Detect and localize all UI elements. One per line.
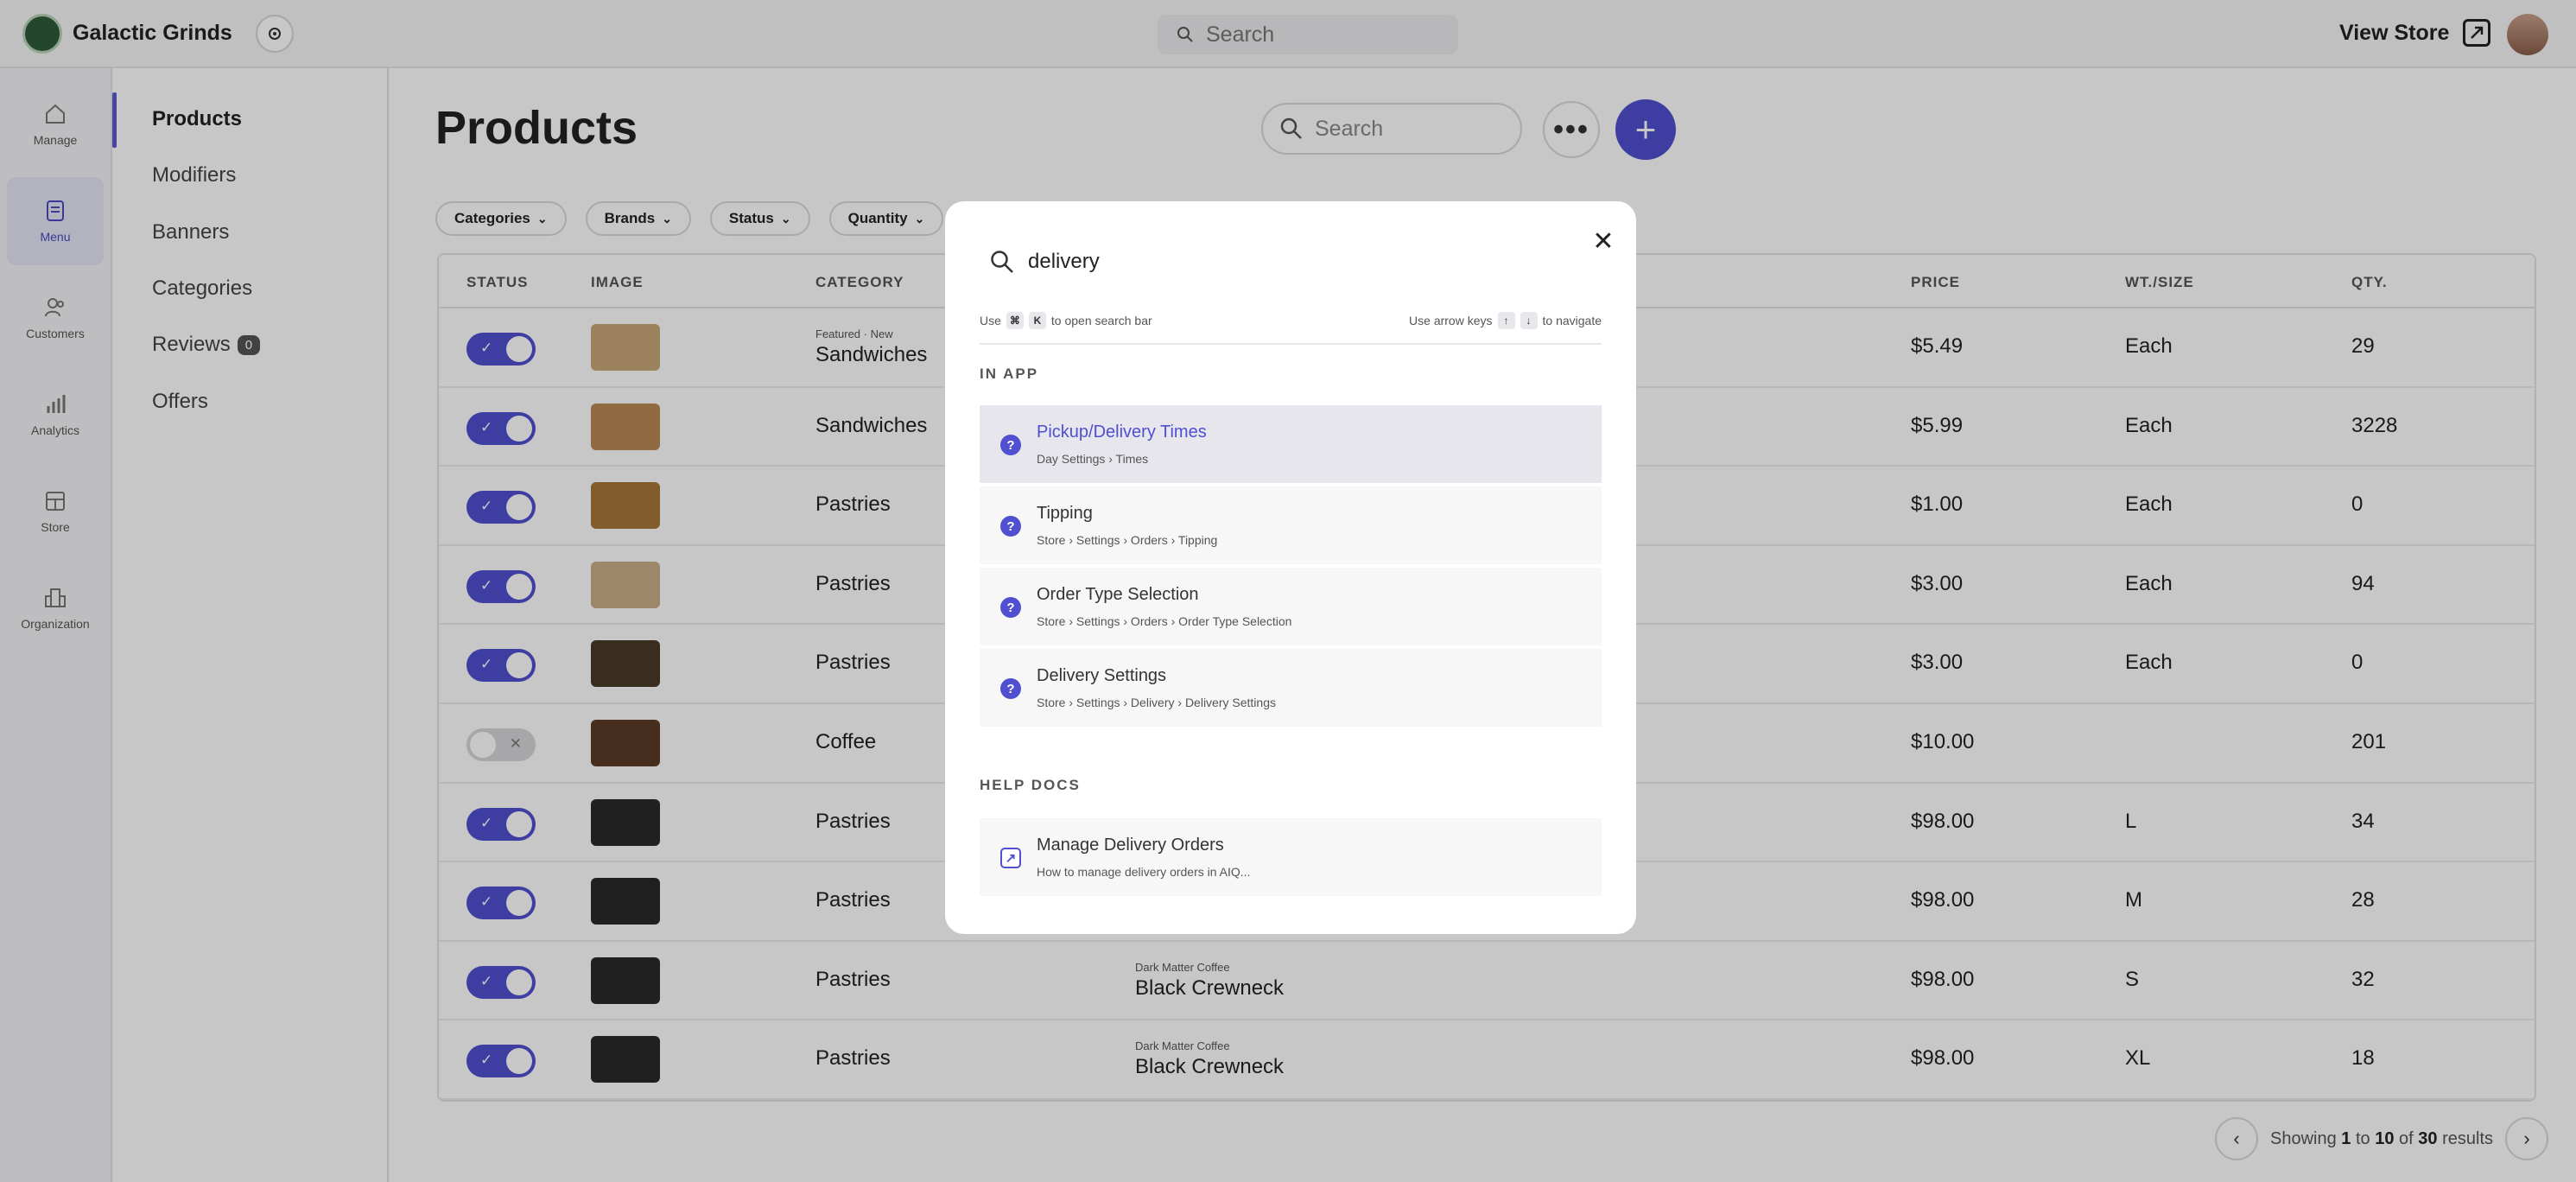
result-title: Manage Delivery Orders xyxy=(1037,836,1224,855)
result-manage-delivery-orders[interactable]: ↗ Manage Delivery Orders How to manage d… xyxy=(980,818,1602,898)
hint-open: to open search bar xyxy=(1050,314,1152,327)
result-path: Day Settings › Times xyxy=(1037,452,1149,466)
arrow-up-key-icon: ↑ xyxy=(1497,312,1515,329)
arrow-down-key-icon: ↓ xyxy=(1520,312,1538,329)
hint-use: Use xyxy=(980,314,1001,327)
modal-search-value: delivery xyxy=(1028,250,1100,273)
help-circle-icon: ? xyxy=(1000,678,1021,699)
in-app-section-title: IN APP xyxy=(980,365,1039,382)
result-title: Pickup/Delivery Times xyxy=(1037,423,1207,442)
help-circle-icon: ? xyxy=(1000,597,1021,618)
hint-arrows: Use arrow keys xyxy=(1409,314,1493,327)
search-icon xyxy=(991,251,1013,273)
result-delivery-settings[interactable]: ? Delivery Settings Store › Settings › D… xyxy=(980,649,1602,728)
result-tipping[interactable]: ? Tipping Store › Settings › Orders › Ti… xyxy=(980,486,1602,566)
keyboard-hints: Use ⌘ K to open search bar Use arrow key… xyxy=(980,308,1602,345)
result-pickup-delivery-times[interactable]: ? Pickup/Delivery Times Day Settings › T… xyxy=(980,405,1602,485)
result-path: Store › Settings › Delivery › Delivery S… xyxy=(1037,696,1276,709)
result-title: Order Type Selection xyxy=(1037,585,1199,604)
result-title: Delivery Settings xyxy=(1037,666,1167,685)
result-title: Tipping xyxy=(1037,504,1093,523)
result-path: Store › Settings › Orders › Tipping xyxy=(1037,533,1218,547)
result-path: How to manage delivery orders in AIQ... xyxy=(1037,865,1251,879)
help-circle-icon: ? xyxy=(1000,516,1021,537)
search-modal: delivery ✕ Use ⌘ K to open search bar Us… xyxy=(945,201,1636,934)
command-key-icon: ⌘ xyxy=(1006,312,1024,329)
help-circle-icon: ? xyxy=(1000,435,1021,455)
hint-navigate: to navigate xyxy=(1542,314,1602,327)
external-link-icon: ↗ xyxy=(1000,848,1021,868)
help-docs-section-title: HELP DOCS xyxy=(980,777,1081,793)
result-path: Store › Settings › Orders › Order Type S… xyxy=(1037,614,1292,628)
result-order-type-selection[interactable]: ? Order Type Selection Store › Settings … xyxy=(980,568,1602,647)
modal-search-input[interactable]: delivery xyxy=(990,250,1100,274)
close-icon[interactable]: ✕ xyxy=(1586,224,1621,258)
k-key: K xyxy=(1028,312,1046,329)
